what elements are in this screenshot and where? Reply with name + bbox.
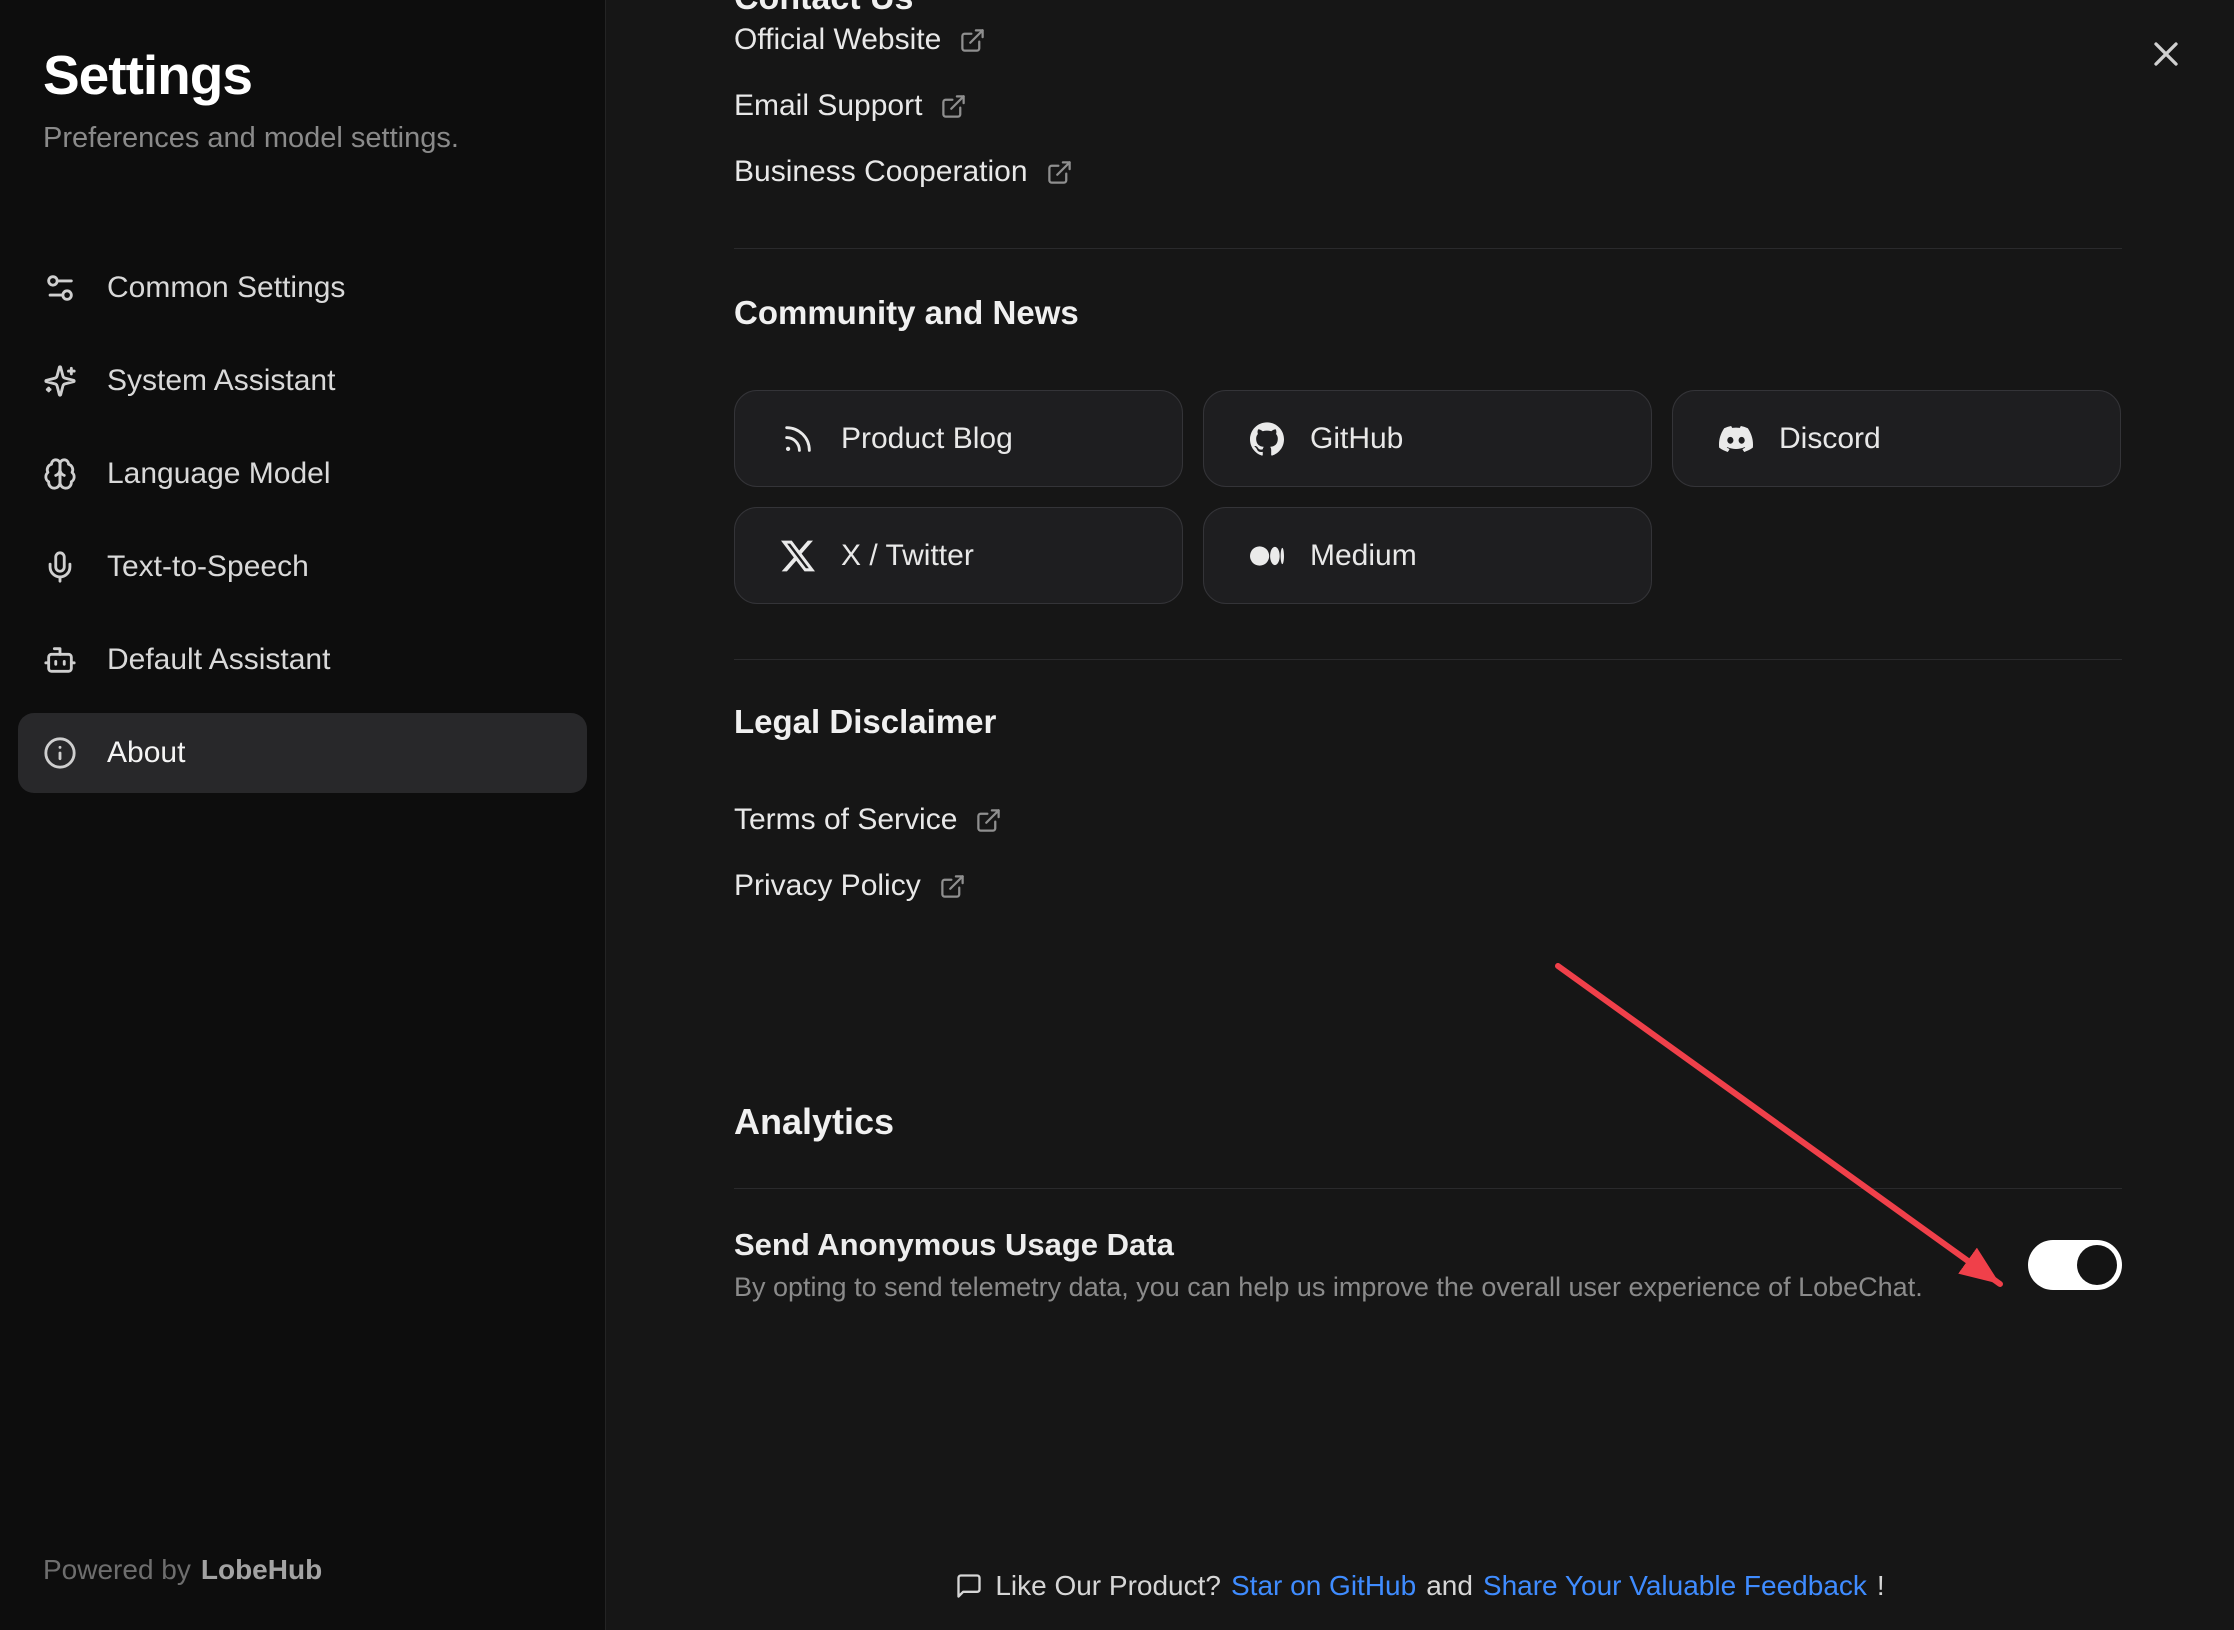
email-support-link[interactable]: Email Support [734,84,967,128]
external-link-icon [940,93,967,120]
sidebar-item-default-assistant[interactable]: Default Assistant [18,620,587,700]
page-title: Settings [43,40,605,110]
sidebar-item-system-assistant[interactable]: System Assistant [18,341,587,421]
legal-disclaimer-heading: Legal Disclaimer [734,700,2122,744]
external-link-icon [959,27,986,54]
sidebar-item-label: Default Assistant [107,643,330,677]
footer-prefix: Like Our Product? [995,1570,1221,1602]
sidebar-item-label: Text-to-Speech [107,550,309,584]
telemetry-setting-row: Send Anonymous Usage Data By opting to s… [734,1224,2122,1306]
contact-us-heading: Contact Us [734,0,2122,18]
telemetry-setting-text: Send Anonymous Usage Data By opting to s… [734,1224,1923,1306]
close-button[interactable] [2146,34,2186,74]
telemetry-setting-label: Send Anonymous Usage Data [734,1224,1923,1266]
share-feedback-link[interactable]: Share Your Valuable Feedback [1483,1570,1867,1602]
toggle-knob [2077,1245,2117,1285]
about-settings-panel: Contact Us Official Website Email Suppor… [606,0,2234,1630]
x-icon [781,539,815,573]
info-icon [43,736,77,770]
bot-icon [43,643,77,677]
sidebar-item-common-settings[interactable]: Common Settings [18,248,587,328]
star-on-github-link[interactable]: Star on GitHub [1231,1570,1416,1602]
lobehub-brand[interactable]: LobeHub [201,1554,322,1585]
feedback-footer: Like Our Product? Star on GitHub and Sha… [606,1570,2234,1602]
footer-suffix: ! [1877,1570,1885,1602]
product-blog-button[interactable]: Product Blog [734,390,1183,487]
sidebar-item-language-model[interactable]: Language Model [18,434,587,514]
page-subtitle: Preferences and model settings. [43,118,605,158]
divider [734,1188,2122,1189]
close-icon [2146,34,2186,74]
sidebar-item-label: Language Model [107,457,331,491]
community-buttons: Product Blog GitHub Discord X / Twitter … [734,390,2122,604]
official-website-link[interactable]: Official Website [734,18,986,62]
external-link-icon [975,807,1002,834]
sidebar-item-about[interactable]: About [18,713,587,793]
telemetry-toggle[interactable] [2028,1240,2122,1290]
external-link-icon [1046,159,1073,186]
powered-by: Powered by LobeHub [43,1554,322,1586]
brain-icon [43,457,77,491]
medium-button[interactable]: Medium [1203,507,1652,604]
settings-menu: Common Settings System Assistant Languag… [0,248,605,793]
footer-middle: and [1426,1570,1473,1602]
divider [734,659,2122,660]
analytics-heading: Analytics [734,1098,2122,1146]
sidebar-item-text-to-speech[interactable]: Text-to-Speech [18,527,587,607]
sparkles-icon [43,364,77,398]
powered-by-label: Powered by [43,1554,191,1585]
terms-of-service-link[interactable]: Terms of Service [734,798,1002,842]
sliders-icon [43,271,77,305]
external-link-icon [939,873,966,900]
discord-button[interactable]: Discord [1672,390,2121,487]
rss-icon [781,422,815,456]
legal-links: Terms of Service Privacy Policy [734,798,2122,908]
sidebar-item-label: Common Settings [107,271,345,305]
divider [734,248,2122,249]
mic-icon [43,550,77,584]
settings-sidebar: Settings Preferences and model settings.… [0,0,606,1630]
discord-icon [1719,422,1753,456]
medium-icon [1250,539,1284,573]
github-button[interactable]: GitHub [1203,390,1652,487]
message-square-icon [955,1572,983,1600]
community-heading: Community and News [734,291,2122,335]
x-twitter-button[interactable]: X / Twitter [734,507,1183,604]
business-cooperation-link[interactable]: Business Cooperation [734,150,1073,194]
privacy-policy-link[interactable]: Privacy Policy [734,864,966,908]
telemetry-setting-description: By opting to send telemetry data, you ca… [734,1268,1923,1306]
sidebar-item-label: About [107,736,185,770]
github-icon [1250,422,1284,456]
sidebar-item-label: System Assistant [107,364,335,398]
